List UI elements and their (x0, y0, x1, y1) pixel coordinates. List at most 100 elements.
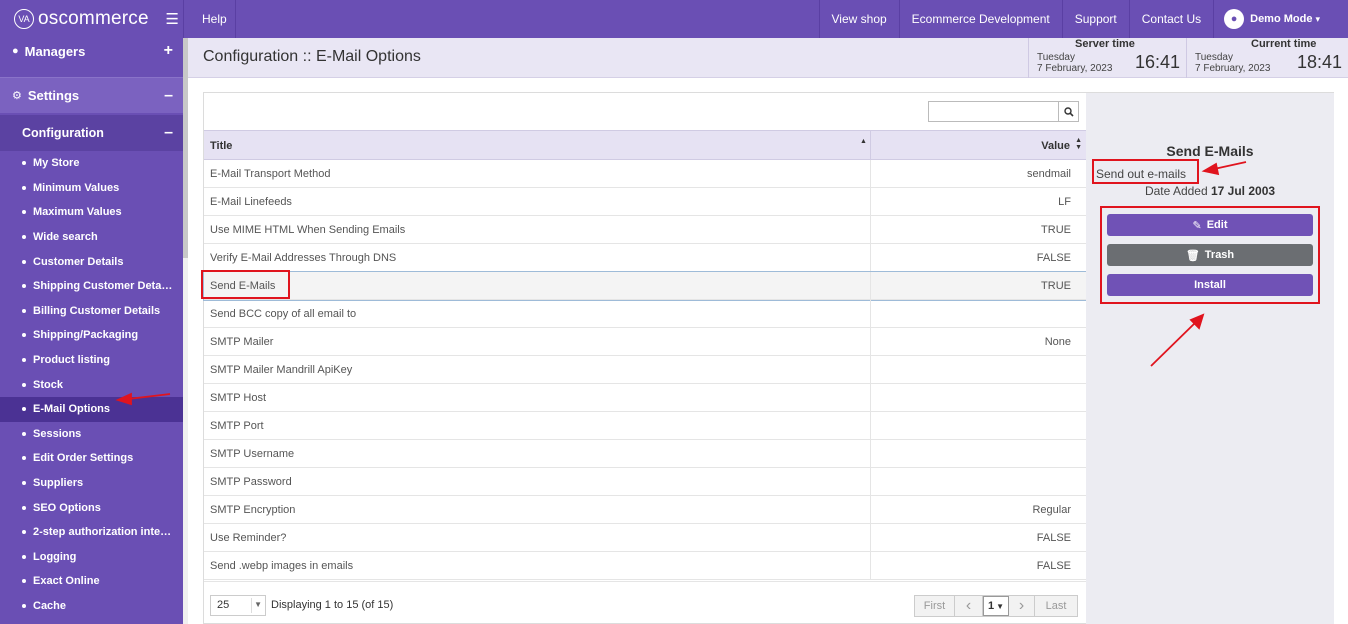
expand-icon[interactable]: + (164, 42, 173, 60)
pagination: First ‹ 1 ▼ › Last (914, 595, 1078, 617)
sidebar-item-label: 2-step authorization interv... (33, 526, 173, 539)
sidebar-item-seo-options[interactable]: SEO Options (0, 495, 183, 520)
sidebar-item-sessions[interactable]: Sessions (0, 422, 183, 447)
annotation-box-buttons (1100, 206, 1320, 304)
bullet-icon (22, 505, 26, 510)
table-row[interactable]: Send E-Mails TRUE (203, 271, 1087, 301)
collapse-icon[interactable]: – (164, 124, 173, 142)
page-select[interactable]: 1 ▼ (983, 596, 1009, 616)
support-link[interactable]: Support (1061, 0, 1129, 38)
user-menu[interactable]: ● Demo Mode ▾ (1213, 0, 1348, 38)
column-header-title[interactable]: Title (210, 131, 232, 160)
bullet-icon (22, 456, 26, 461)
row-title: SMTP Mailer (210, 336, 274, 348)
sidebar-section-settings[interactable]: ⚙ Settings – (0, 77, 183, 113)
table-row[interactable]: Use MIME HTML When Sending Emails TRUE (204, 216, 1086, 244)
column-header-value[interactable]: Value (1041, 131, 1070, 160)
column-divider (870, 272, 871, 300)
column-divider (870, 384, 871, 412)
table-row[interactable]: Send BCC copy of all email to (204, 300, 1086, 328)
page-header: Configuration :: E-Mail Options Server t… (188, 38, 1348, 78)
row-title: Verify E-Mail Addresses Through DNS (210, 252, 397, 264)
server-time-label: Server time (1075, 38, 1135, 50)
sidebar-item-shipping-packaging[interactable]: Shipping/Packaging (0, 323, 183, 348)
bullet-icon (22, 358, 26, 363)
first-page-button[interactable]: First (915, 596, 955, 616)
bullet-icon (22, 554, 26, 559)
current-time-date: Tuesday 7 February, 2023 (1195, 52, 1271, 74)
next-page-icon[interactable]: › (1009, 596, 1035, 616)
bullet-icon (22, 210, 26, 215)
top-links: View shop Ecommerce Development Support … (818, 0, 1348, 38)
row-value: Regular (1032, 504, 1071, 516)
sort-icon[interactable]: ▲ ▼ (1075, 137, 1082, 151)
table-row[interactable]: SMTP Mailer Mandrill ApiKey (204, 356, 1086, 384)
sidebar-item-cache[interactable]: Cache (0, 594, 183, 619)
sidebar-section-managers[interactable]: ● Managers + (0, 38, 183, 64)
last-page-button[interactable]: Last (1035, 596, 1077, 616)
search-icon[interactable] (1058, 101, 1079, 122)
table-row[interactable]: SMTP Mailer None (204, 328, 1086, 356)
view-shop-link[interactable]: View shop (818, 0, 899, 38)
row-value: TRUE (1041, 224, 1071, 236)
bullet-icon (22, 431, 26, 436)
table-row[interactable]: SMTP Password (204, 468, 1086, 496)
sidebar-item-label: Maximum Values (33, 206, 122, 219)
ecommerce-development-link[interactable]: Ecommerce Development (898, 0, 1062, 38)
sidebar-item-customer-details[interactable]: Customer Details (0, 249, 183, 274)
sidebar-section-label: Settings (27, 88, 80, 103)
table-row[interactable]: SMTP Username (204, 440, 1086, 468)
sort-asc-icon[interactable]: ▲ (860, 138, 867, 145)
server-time: Server time Tuesday 7 February, 2023 16:4… (1028, 38, 1186, 78)
sidebar-item-maximum-values[interactable]: Maximum Values (0, 200, 183, 225)
column-divider (870, 244, 871, 272)
server-time-clock: 16:41 (1134, 52, 1180, 72)
sidebar-item-shipping-customer-details[interactable]: Shipping Customer Details (0, 274, 183, 299)
gears-icon: ⚙ (12, 90, 22, 102)
row-value: FALSE (1036, 252, 1071, 264)
sidebar-item-label: Cache (33, 599, 67, 612)
table-row[interactable]: Send .webp images in emails FALSE (204, 552, 1086, 580)
column-divider (870, 216, 871, 244)
annotation-box-send-emails-row (201, 270, 290, 299)
sidebar-item-download[interactable]: Download (0, 618, 183, 624)
brand[interactable]: VA oscommerce ☰ (0, 0, 183, 38)
help-link[interactable]: Help (202, 12, 227, 26)
collapse-icon[interactable]: – (164, 87, 173, 105)
table-row[interactable]: E-Mail Linefeeds LF (204, 188, 1086, 216)
sidebar-item-label: SEO Options (33, 501, 101, 514)
sidebar-item-stock[interactable]: Stock (0, 372, 183, 397)
sidebar-item-my-store[interactable]: My Store (0, 151, 183, 176)
table-row[interactable]: Use Reminder? FALSE (204, 524, 1086, 552)
column-divider (870, 328, 871, 356)
sidebar-item-exact-online[interactable]: Exact Online (0, 569, 183, 594)
table-row[interactable]: SMTP Port (204, 412, 1086, 440)
sidebar-item-billing-customer-details[interactable]: Billing Customer Details (0, 299, 183, 324)
sidebar-item-minimum-values[interactable]: Minimum Values (0, 176, 183, 201)
prev-page-icon[interactable]: ‹ (955, 596, 983, 616)
bullet-icon (22, 308, 26, 313)
menu-toggle-icon[interactable]: ☰ (166, 10, 179, 28)
sidebar-item-product-listing[interactable]: Product listing (0, 348, 183, 373)
row-value: TRUE (1041, 280, 1071, 292)
column-divider (870, 412, 871, 440)
sidebar-item-suppliers[interactable]: Suppliers (0, 471, 183, 496)
table-row[interactable]: SMTP Host (204, 384, 1086, 412)
table-row[interactable]: E-Mail Transport Method sendmail (204, 160, 1086, 188)
chevron-down-icon: ▼ (254, 600, 262, 609)
contact-us-link[interactable]: Contact Us (1128, 0, 1213, 38)
search-input[interactable] (928, 101, 1059, 122)
sidebar-item-e-mail-options[interactable]: E-Mail Options (0, 396, 183, 422)
sidebar-item-wide-search[interactable]: Wide search (0, 225, 183, 250)
table-row[interactable]: SMTP Encryption Regular (204, 496, 1086, 524)
sidebar-item-edit-order-settings[interactable]: Edit Order Settings (0, 446, 183, 471)
sidebar-subsection-configuration[interactable]: Configuration – (0, 115, 183, 151)
bullet-icon (22, 284, 26, 289)
sidebar-item-2-step-authorization-interv[interactable]: 2-step authorization interv... (0, 520, 183, 545)
sidebar-item-logging[interactable]: Logging (0, 545, 183, 570)
current-time: Current time Tuesday 7 February, 2023 18:… (1186, 38, 1348, 78)
table-row[interactable]: Verify E-Mail Addresses Through DNS FALSE (204, 244, 1086, 272)
user-avatar-icon: ● (1224, 9, 1245, 29)
page-size-select[interactable]: 25 ▼ (210, 595, 266, 616)
bullet-icon (22, 333, 26, 338)
